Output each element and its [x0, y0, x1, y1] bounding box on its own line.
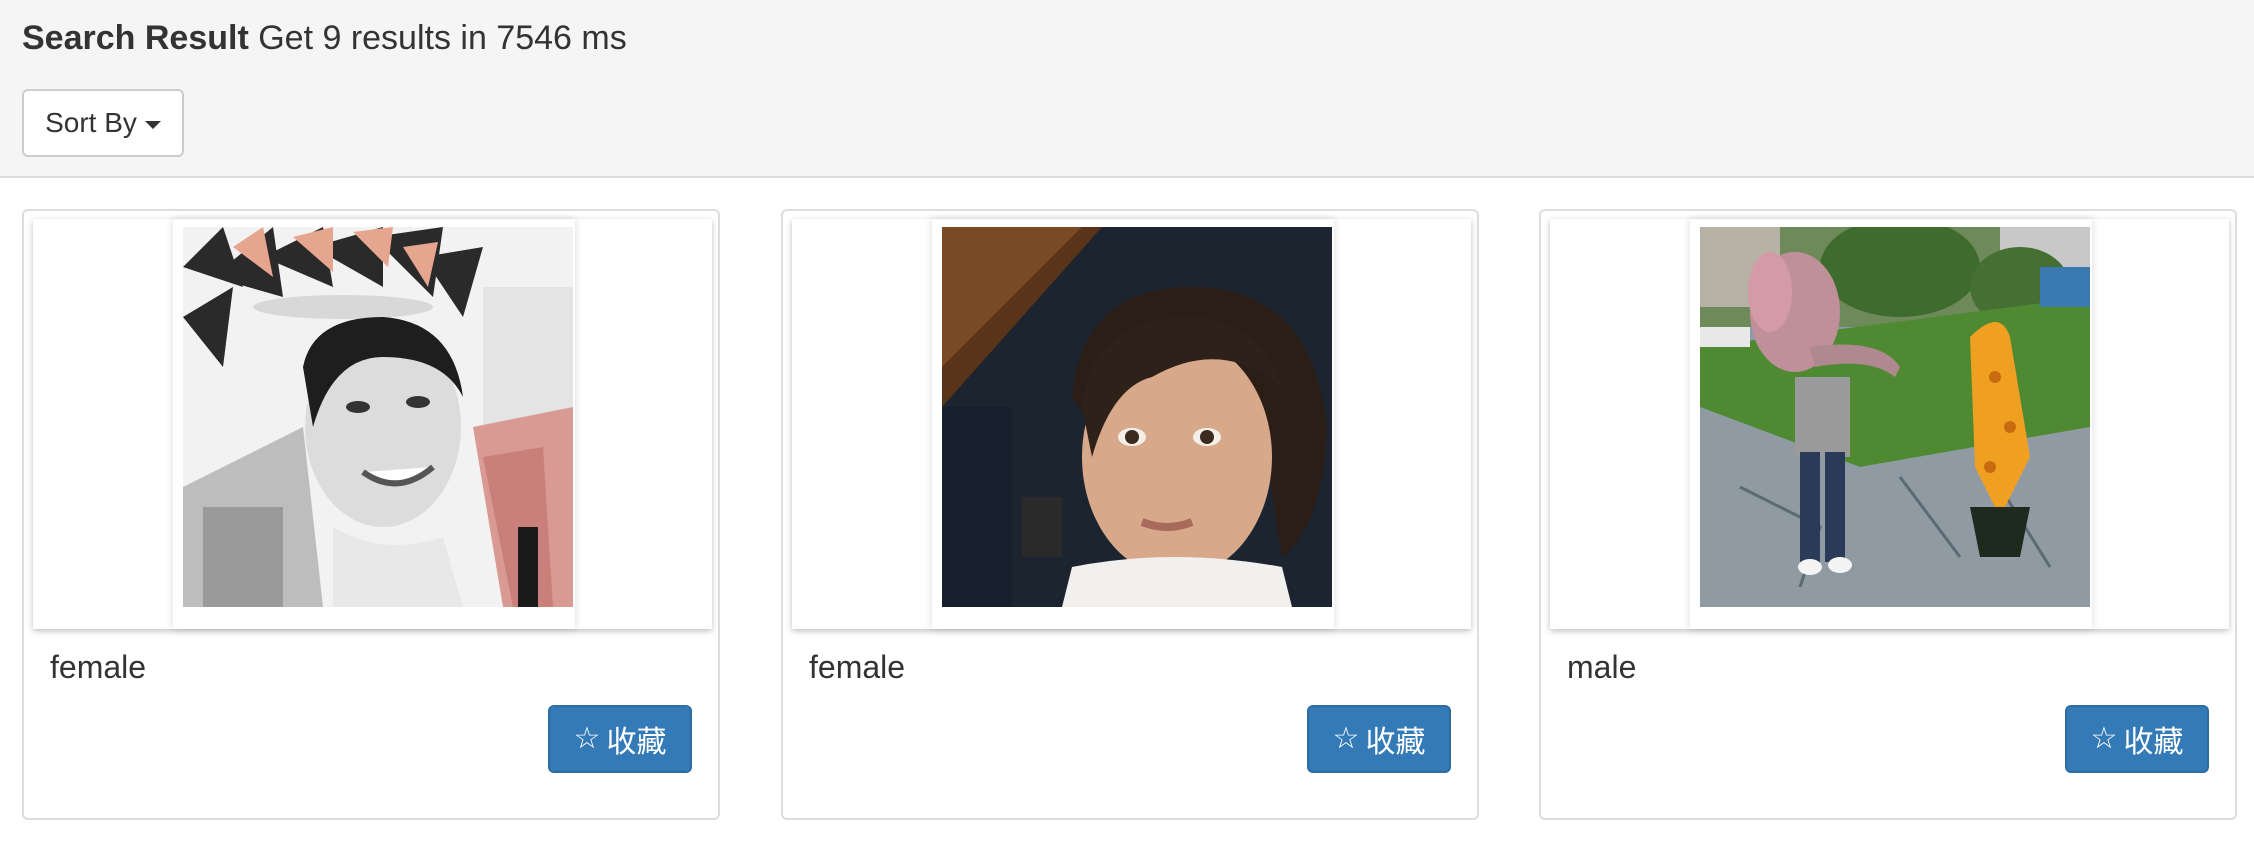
thumbnail[interactable] — [173, 219, 575, 629]
sort-by-label: Sort By — [45, 107, 137, 138]
result-photo — [1700, 227, 2090, 607]
favorite-button[interactable]: ☆ 收藏 — [548, 705, 692, 773]
favorite-button[interactable]: ☆ 收藏 — [1307, 705, 1451, 773]
result-label: female — [50, 649, 147, 685]
thumbnail[interactable] — [1690, 219, 2092, 629]
thumbnail-area — [33, 219, 712, 629]
star-outline-icon: ☆ — [1332, 721, 1360, 756]
result-card: female ☆ 收藏 — [781, 209, 1479, 820]
favorite-label: 收藏 — [1365, 725, 1426, 760]
result-summary: Get 9 results in 7546 ms — [258, 19, 627, 57]
result-photo — [183, 227, 573, 607]
result-card: male ☆ 收藏 — [1539, 209, 2237, 820]
title-bold: Search Result — [22, 19, 249, 57]
favorite-label: 收藏 — [606, 725, 667, 760]
result-card: female ☆ 收藏 — [22, 209, 720, 820]
star-outline-icon: ☆ — [2090, 721, 2118, 756]
star-outline-icon: ☆ — [573, 721, 601, 756]
favorite-button[interactable]: ☆ 收藏 — [2065, 705, 2209, 773]
thumbnail-area — [792, 219, 1471, 629]
results-header: Search Result Get 9 results in 7546 ms S… — [0, 0, 2254, 178]
page-title: Search Result Get 9 results in 7546 ms — [22, 14, 627, 62]
favorite-label: 收藏 — [2123, 725, 2184, 760]
result-label: female — [809, 649, 906, 685]
result-label: male — [1567, 649, 1637, 685]
sort-by-dropdown[interactable]: Sort By — [22, 89, 184, 157]
thumbnail-area — [1550, 219, 2229, 629]
caret-down-icon — [144, 121, 161, 129]
thumbnail[interactable] — [932, 219, 1334, 629]
result-photo — [942, 227, 1332, 607]
